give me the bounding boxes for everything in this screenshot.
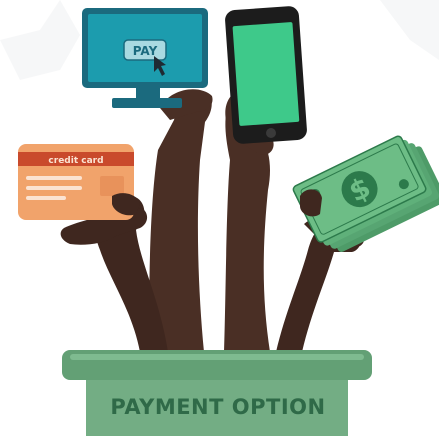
payment-box: PAYMENT OPTION bbox=[62, 350, 372, 436]
thumb-cash bbox=[300, 189, 322, 217]
payment-option-illustration: PAY credit card $ PAYMENT OPTION bbox=[0, 0, 439, 439]
card-chip bbox=[100, 176, 124, 196]
phone-screen bbox=[232, 22, 300, 126]
box-label: PAYMENT OPTION bbox=[110, 395, 325, 419]
box-rim-highlight bbox=[70, 354, 364, 360]
card-label: credit card bbox=[48, 156, 103, 166]
smartphone bbox=[225, 6, 307, 144]
pay-button-label: PAY bbox=[133, 44, 158, 58]
illustration-canvas: PAY credit card $ PAYMENT OPTION bbox=[0, 0, 439, 436]
background-stars bbox=[0, 0, 439, 80]
monitor-base bbox=[112, 98, 182, 108]
card-line-3 bbox=[26, 196, 66, 200]
card-line-1 bbox=[26, 176, 82, 180]
phone-home-button bbox=[266, 128, 276, 138]
card-line-2 bbox=[26, 186, 82, 190]
